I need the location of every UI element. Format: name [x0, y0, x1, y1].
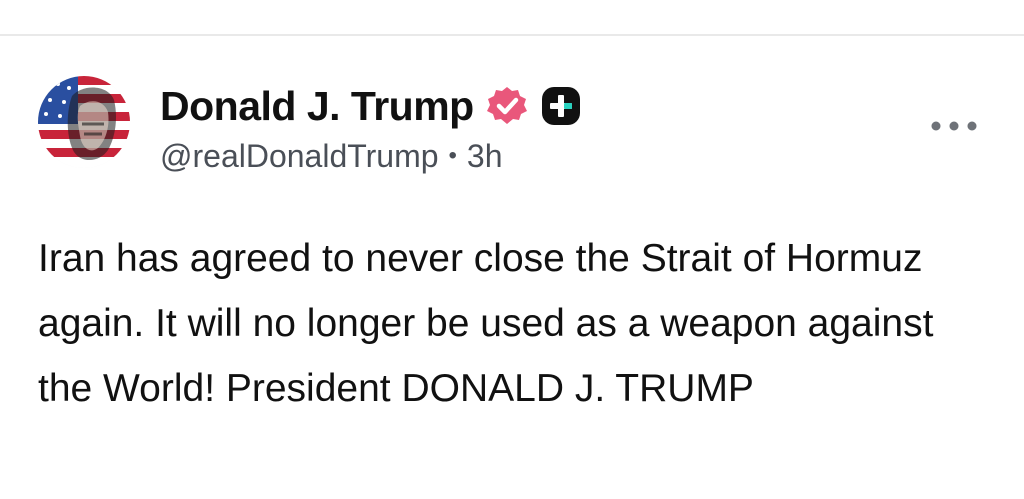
separator-dot: •: [448, 142, 457, 169]
author-handle[interactable]: @realDonaldTrump: [160, 138, 439, 175]
avatar[interactable]: [38, 76, 130, 168]
more-options-button[interactable]: [925, 114, 983, 138]
display-name[interactable]: Donald J. Trump: [160, 83, 474, 130]
plus-badge-icon: [540, 85, 582, 127]
handle-row: @realDonaldTrump • 3h: [160, 136, 503, 176]
display-name-row: Donald J. Trump: [160, 80, 582, 132]
post-timestamp[interactable]: 3h: [467, 138, 503, 175]
flag-portrait-avatar-icon: [38, 76, 130, 168]
more-options-icon: [931, 121, 977, 131]
post-body-text: Iran has agreed to never close the Strai…: [38, 237, 934, 410]
post-card: Donald J. Trump @realDonaldTrump • 3h Ir…: [0, 36, 1024, 499]
verified-badge-icon: [486, 85, 528, 127]
